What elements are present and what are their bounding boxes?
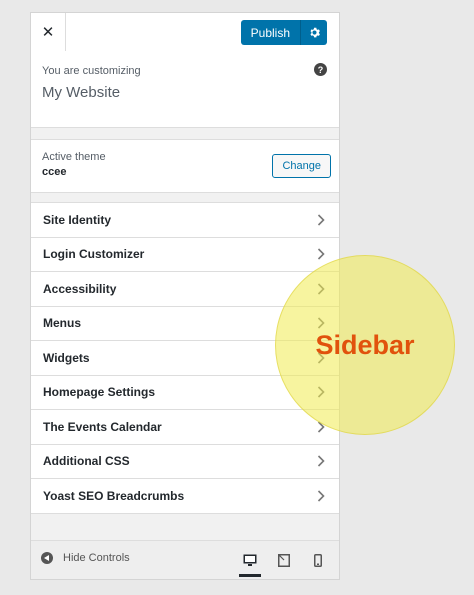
menu-item-login-customizer[interactable]: Login Customizer xyxy=(31,237,339,272)
mobile-icon xyxy=(314,553,322,567)
site-title: My Website xyxy=(42,84,121,101)
menu-item-label: Accessibility xyxy=(43,281,117,296)
active-theme-name: ccee xyxy=(42,166,67,178)
menu-item-label: Homepage Settings xyxy=(43,385,156,400)
chevron-right-icon xyxy=(317,248,325,260)
menu-item-label: Yoast SEO Breadcrumbs xyxy=(43,488,185,503)
customizing-label: You are customizing xyxy=(42,65,141,77)
mobile-preview-button[interactable] xyxy=(307,549,329,571)
desktop-preview-button[interactable] xyxy=(239,549,261,577)
sidebar-callout-label: Sidebar xyxy=(315,329,415,360)
menu-item-yoast-breadcrumbs[interactable]: Yoast SEO Breadcrumbs xyxy=(31,479,339,514)
chevron-right-icon xyxy=(317,455,325,467)
close-button[interactable]: ✕ xyxy=(31,13,66,51)
chevron-right-icon xyxy=(317,214,325,226)
customizing-info: You are customizing My Website ? xyxy=(31,51,339,128)
publish-button[interactable]: Publish xyxy=(241,20,301,45)
device-preview-switcher xyxy=(239,549,329,577)
menu-item-label: The Events Calendar xyxy=(43,419,162,434)
help-icon[interactable]: ? xyxy=(314,63,327,76)
collapse-arrow-icon xyxy=(41,552,53,564)
hide-controls-button[interactable]: Hide Controls xyxy=(41,552,130,564)
tablet-preview-button[interactable] xyxy=(273,549,295,571)
menu-item-label: Menus xyxy=(43,316,82,331)
hide-controls-label: Hide Controls xyxy=(63,552,130,564)
menu-item-label: Widgets xyxy=(43,350,90,365)
menu-item-additional-css[interactable]: Additional CSS xyxy=(31,444,339,479)
active-theme-section: Active theme ccee Change xyxy=(31,139,339,193)
customizer-footer: Hide Controls xyxy=(31,540,339,579)
change-theme-button[interactable]: Change xyxy=(272,154,331,178)
menu-item-label: Site Identity xyxy=(43,212,112,227)
tablet-icon xyxy=(278,553,290,567)
active-theme-label: Active theme xyxy=(42,151,106,163)
menu-item-label: Login Customizer xyxy=(43,247,145,262)
gear-icon xyxy=(309,27,320,38)
publish-group: Publish xyxy=(240,20,327,45)
menu-item-site-identity[interactable]: Site Identity xyxy=(31,203,339,238)
chevron-right-icon xyxy=(317,490,325,502)
customizer-header: ✕ Publish xyxy=(31,13,339,52)
menu-item-label: Additional CSS xyxy=(43,454,130,469)
sidebar-callout: Sidebar xyxy=(275,255,455,435)
publish-settings-button[interactable] xyxy=(301,20,327,45)
desktop-icon xyxy=(243,554,257,566)
menu-item-events-calendar[interactable]: The Events Calendar xyxy=(31,410,339,445)
